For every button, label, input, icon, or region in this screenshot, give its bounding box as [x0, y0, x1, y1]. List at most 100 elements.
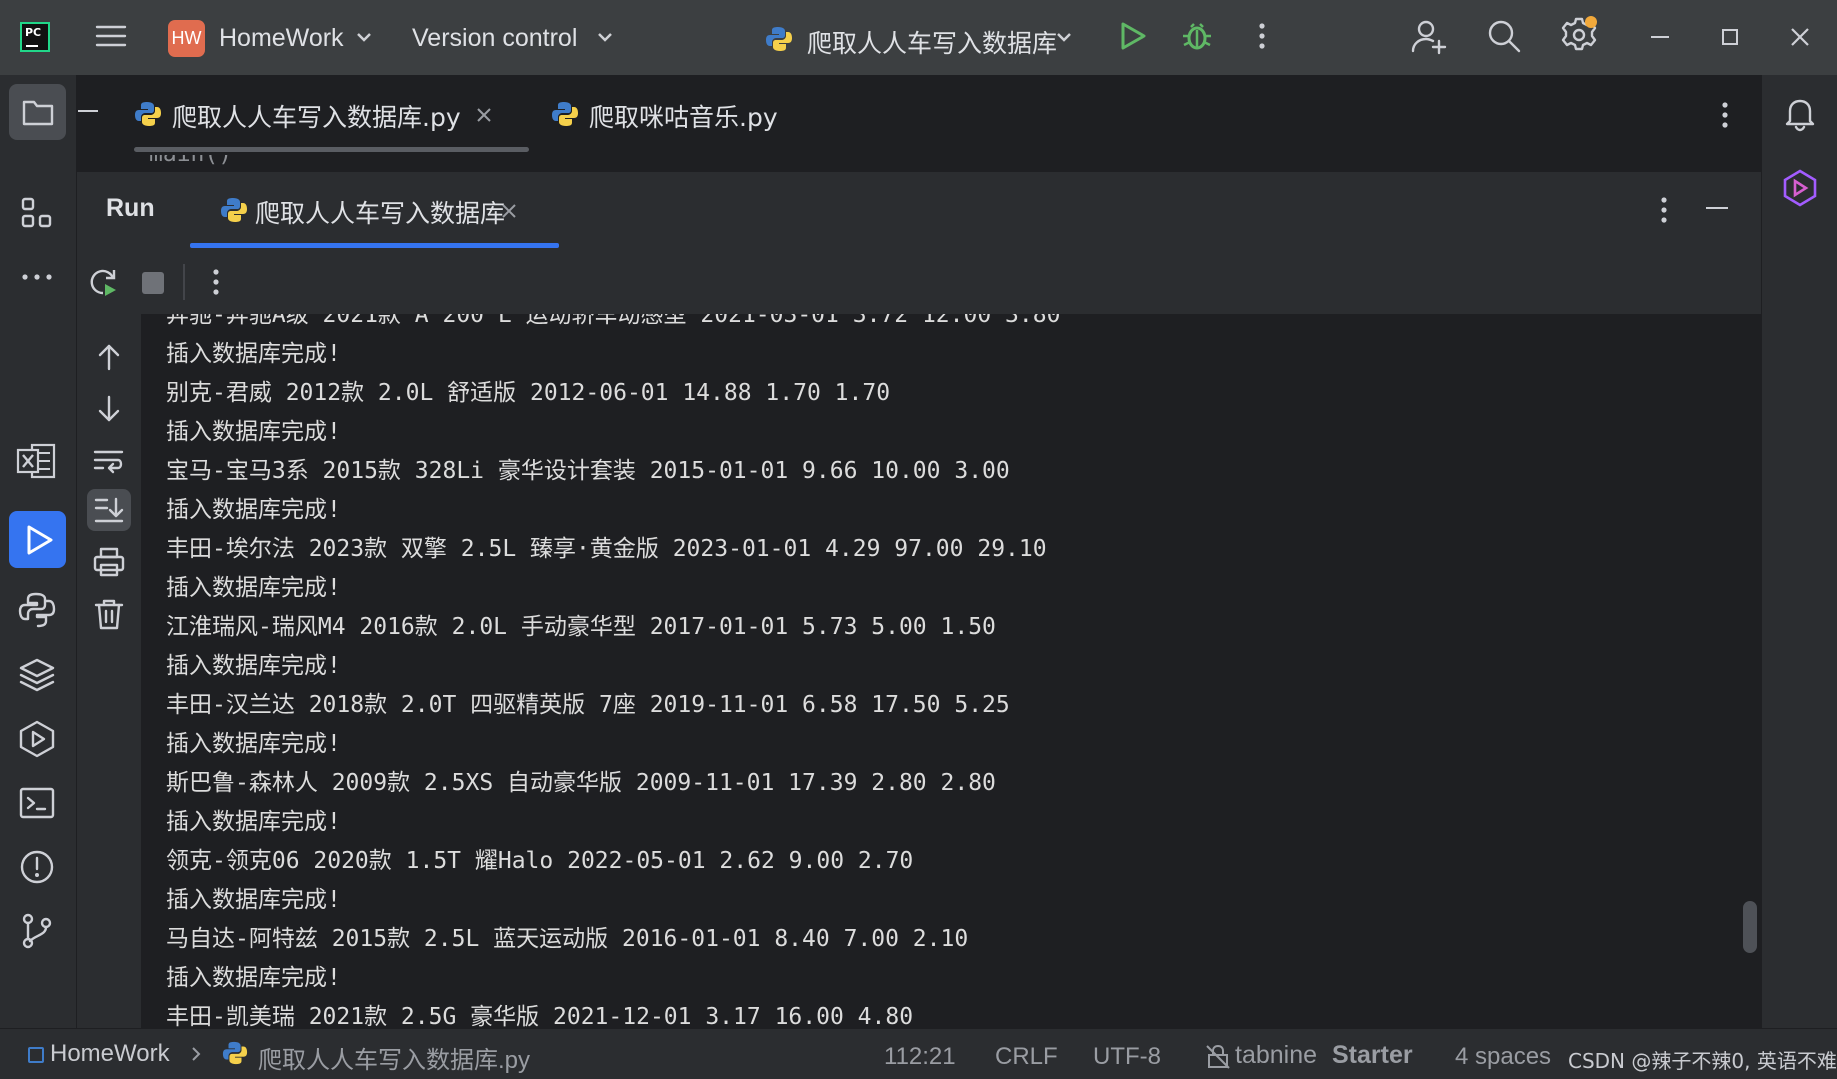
chevron-right-icon	[192, 1047, 201, 1061]
close-tab-icon[interactable]	[500, 202, 518, 220]
services-icon[interactable]	[17, 719, 57, 759]
run-tab[interactable]: 爬取人人车写入数据库	[220, 190, 520, 230]
run-tool-button[interactable]	[9, 511, 66, 568]
hide-panel-icon[interactable]	[1704, 200, 1730, 216]
terminal-icon[interactable]	[17, 783, 57, 823]
maximize-window-icon[interactable]	[1718, 27, 1742, 47]
close-tab-icon[interactable]	[475, 106, 493, 124]
tabnine-widget[interactable]: tabnine Starter	[1205, 1041, 1415, 1071]
console-line: 别克-君威 2012款 2.0L 舒适版 2012-06-01 14.88 1.…	[166, 380, 891, 406]
run-panel-title: Run	[106, 194, 155, 222]
folder-icon	[22, 100, 54, 126]
console-output[interactable]: 奔驰-奔驰A级 2021款 A 200 L 运动轿车动感型 2021-03-01…	[141, 314, 1761, 1028]
python-file-icon	[552, 102, 578, 126]
breadcrumb-file[interactable]: 爬取人人车写入数据库.py	[258, 1040, 530, 1075]
editor-tab-underline	[134, 147, 529, 152]
console-line: 丰田-凯美瑞 2021款 2.5G 豪华版 2021-12-01 3.17 16…	[166, 1004, 914, 1028]
console-line: 马自达-阿特兹 2015款 2.5L 蓝天运动版 2016-01-01 8.40…	[166, 926, 969, 952]
indent-setting[interactable]: 4 spaces	[1455, 1043, 1551, 1071]
editor-tabs: 爬取人人车写入数据库.py 爬取咪咕音乐.py	[77, 75, 1761, 156]
file-encoding[interactable]: UTF-8	[1093, 1043, 1161, 1071]
tabnine-label: tabnine	[1235, 1041, 1318, 1069]
console-line: 丰田-埃尔法 2023款 双擎 2.5L 臻享·黄金版 2023-01-01 4…	[166, 536, 1047, 562]
main-menu-icon[interactable]	[94, 19, 128, 53]
project-module-icon	[28, 1047, 44, 1063]
close-window-icon[interactable]	[1788, 25, 1812, 49]
run-tab-underline	[190, 243, 559, 248]
console-scrollbar-thumb[interactable]	[1743, 901, 1757, 953]
console-line: 插入数据库完成!	[166, 575, 341, 601]
structure-icon[interactable]	[19, 195, 55, 231]
status-bar: HomeWork 爬取人人车写入数据库.py 112:21 CRLF UTF-8…	[0, 1028, 1837, 1079]
editor-tab[interactable]: 爬取咪咕音乐.py	[551, 95, 791, 135]
project-badge: HW	[168, 20, 205, 57]
chevron-down-icon	[357, 33, 371, 42]
editor-tab-label: 爬取咪咕音乐.py	[589, 103, 778, 132]
console-line: 宝马-宝马3系 2015款 328Li 豪华设计套装 2015-01-01 9.…	[166, 458, 1010, 484]
excel-icon[interactable]	[16, 441, 58, 481]
project-name: HomeWork	[219, 24, 344, 52]
console-line: 斯巴鲁-森林人 2009款 2.5XS 自动豪华版 2009-11-01 17.…	[166, 770, 996, 796]
console-side-tools	[77, 314, 141, 1028]
code-with-me-icon[interactable]	[1410, 17, 1448, 55]
editor-tab-active[interactable]: 爬取人人车写入数据库.py	[134, 95, 499, 135]
run-tab-label: 爬取人人车写入数据库	[255, 199, 506, 228]
python-file-icon	[222, 1041, 248, 1065]
arrow-down-icon[interactable]	[94, 394, 124, 424]
more-icon[interactable]	[19, 267, 55, 287]
console-line: 插入数据库完成!	[166, 653, 341, 679]
debug-button[interactable]	[1180, 18, 1214, 52]
scroll-to-end-icon	[94, 497, 124, 523]
csdn-watermark: CSDN @辣子不辣0, 英语不难	[1568, 1049, 1837, 1073]
tab-options-icon[interactable]	[1713, 97, 1737, 133]
console-line: 丰田-汉兰达 2018款 2.0T 四驱精英版 7座 2019-11-01 6.…	[166, 692, 1010, 718]
caret-position[interactable]: 112:21	[884, 1043, 956, 1071]
collapse-icon[interactable]	[77, 103, 99, 119]
chevron-down-icon	[1057, 33, 1071, 42]
python-file-icon	[221, 198, 247, 222]
editor-tab-label: 爬取人人车写入数据库.py	[172, 103, 461, 132]
problems-icon[interactable]	[17, 847, 57, 887]
bell-icon[interactable]	[1780, 93, 1820, 133]
console-line: 领克-领克06 2020款 1.5T 耀Halo 2022-05-01 2.62…	[166, 848, 914, 874]
console-line: 插入数据库完成!	[166, 497, 341, 523]
run-toolbar	[77, 249, 1761, 315]
python-file-icon	[135, 102, 161, 126]
more-icon[interactable]	[204, 264, 228, 300]
run-button[interactable]	[1115, 19, 1149, 53]
run-panel-header: Run 爬取人人车写入数据库	[77, 172, 1761, 249]
soft-wrap-icon[interactable]	[92, 446, 126, 476]
print-icon[interactable]	[92, 546, 126, 578]
version-control-widget[interactable]: Version control	[412, 18, 622, 58]
editor-peek-text: main()	[149, 155, 232, 167]
console-line: 插入数据库完成!	[166, 809, 341, 835]
pycharm-logo-icon[interactable]: PC	[20, 22, 50, 52]
run-icon	[27, 525, 53, 555]
run-panel-options-icon[interactable]	[1652, 192, 1676, 228]
project-tool-button[interactable]	[9, 84, 66, 140]
console-line: 插入数据库完成!	[166, 731, 341, 757]
scroll-to-end-button[interactable]	[87, 489, 131, 531]
editor-peek: main()	[77, 155, 1761, 172]
arrow-up-icon[interactable]	[94, 342, 124, 372]
trash-icon[interactable]	[93, 597, 125, 631]
layers-icon[interactable]	[17, 655, 57, 695]
vcs-label: Version control	[412, 24, 578, 52]
search-icon[interactable]	[1485, 17, 1523, 55]
line-ending[interactable]: CRLF	[995, 1043, 1058, 1071]
python-console-icon[interactable]	[17, 590, 57, 630]
console-line: 插入数据库完成!	[166, 965, 341, 991]
console-line: 插入数据库完成!	[166, 341, 341, 367]
breadcrumb-project[interactable]: HomeWork	[50, 1040, 170, 1068]
more-actions-icon[interactable]	[1250, 18, 1274, 54]
git-icon[interactable]	[17, 911, 57, 951]
stop-button[interactable]	[142, 272, 164, 294]
ai-assistant-icon[interactable]	[1780, 168, 1820, 208]
minimize-window-icon[interactable]	[1648, 27, 1672, 47]
run-config-selector[interactable]: 爬取人人车写入数据库	[765, 18, 1080, 58]
project-widget[interactable]: HW HomeWork	[168, 18, 383, 58]
console-line: 奔驰-奔驰A级 2021款 A 200 L 运动轿车动感型 2021-03-01…	[166, 314, 1061, 328]
rerun-icon[interactable]	[87, 266, 119, 298]
title-bar: PC HW HomeWork Version control 爬取人人车写入数据…	[0, 0, 1837, 75]
settings-gear-icon[interactable]	[1558, 14, 1600, 56]
